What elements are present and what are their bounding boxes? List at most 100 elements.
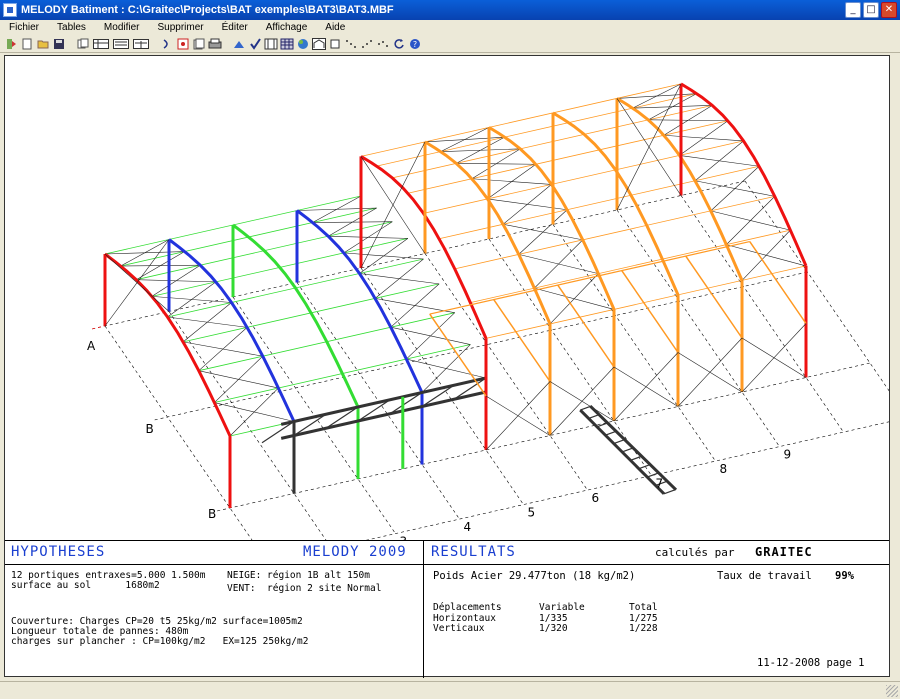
roof-bracing	[182, 302, 232, 343]
copy-icon[interactable]	[76, 37, 90, 51]
roof-bracing	[710, 166, 760, 212]
menu-bar: Fichier Tables Modifier Supprimer Éditer…	[0, 20, 900, 35]
menu-tables[interactable]: Tables	[48, 22, 95, 33]
axis-label-b: B	[146, 422, 154, 436]
roof-icon[interactable]	[312, 37, 326, 51]
truss-web	[261, 421, 295, 444]
roof-bracing	[343, 221, 393, 254]
grid-line-transverse	[424, 253, 588, 491]
roof-bracing	[198, 327, 248, 371]
taux-label: Taux de travail	[717, 570, 812, 582]
list2-icon[interactable]	[132, 37, 150, 51]
save-icon[interactable]	[52, 37, 66, 51]
floor-beam	[749, 241, 807, 324]
variable-header: Variable	[539, 602, 585, 613]
date-page: 11-12-2008 page 1	[757, 657, 865, 669]
roof-bracing	[518, 209, 568, 255]
window-title: MELODY Batiment : C:\Graitec\Projects\BA…	[21, 4, 394, 16]
globe-icon[interactable]	[296, 37, 310, 51]
verticaux-label: Verticaux	[433, 623, 485, 634]
axis-label-6: 6	[592, 491, 600, 505]
dots3-icon[interactable]	[376, 37, 390, 51]
dots2-icon[interactable]	[360, 37, 374, 51]
building-3d-drawing[interactable]: ABBC123456789	[5, 56, 889, 540]
roof-bracing	[406, 312, 455, 360]
square-icon[interactable]	[328, 37, 342, 51]
purlin	[485, 265, 807, 339]
open-icon[interactable]	[4, 37, 18, 51]
grid-line-transverse	[616, 209, 780, 447]
grid-line-longitudinal	[154, 271, 808, 421]
graitec-logo: GRAITEC	[755, 545, 813, 559]
page-icon[interactable]	[192, 37, 206, 51]
stair-tread	[613, 439, 625, 445]
dots-icon[interactable]	[344, 37, 358, 51]
close-button[interactable]: ✕	[881, 2, 897, 18]
purlin	[439, 165, 760, 240]
roof-bracing	[632, 83, 682, 109]
deplacements-header: Déplacements	[433, 602, 502, 613]
table-icon[interactable]	[92, 37, 110, 51]
stair-tread	[580, 405, 592, 411]
frame-icon[interactable]	[264, 37, 278, 51]
axis-labels: ABBC123456789	[87, 339, 791, 540]
drawing-viewport[interactable]: ABBC123456789 HYPOTHESES MELODY 2009 RES…	[4, 55, 890, 678]
list-icon[interactable]	[112, 37, 130, 51]
wall-bracing	[741, 337, 807, 378]
roof-bracing	[456, 136, 505, 164]
floor-beam	[685, 255, 743, 339]
maximize-button[interactable]: □	[863, 2, 879, 18]
roof-bracing	[502, 184, 552, 225]
hypotheses-title: HYPOTHESES	[11, 544, 106, 560]
resize-grip-icon[interactable]	[886, 685, 898, 697]
wall-bracing	[549, 381, 615, 422]
axis-label-5: 5	[528, 506, 536, 520]
floor-beam	[493, 299, 551, 382]
stair-tread	[638, 464, 651, 470]
roof-bracing	[151, 264, 201, 297]
minimize-button[interactable]: _	[845, 2, 861, 18]
edge-truss	[280, 376, 487, 426]
wall-bracing	[485, 395, 551, 436]
load-icon[interactable]	[232, 37, 246, 51]
folder-icon[interactable]	[36, 37, 50, 51]
grid-line-transverse	[552, 224, 716, 462]
roof-bracing	[421, 344, 471, 393]
report-divider	[423, 540, 424, 678]
print-icon[interactable]	[208, 37, 222, 51]
grid-line-transverse	[680, 195, 844, 433]
axis-label-7: 7	[656, 477, 664, 491]
menu-aide[interactable]: Aide	[316, 22, 354, 33]
roof-bracing	[741, 229, 791, 281]
help-icon[interactable]: ?	[408, 37, 422, 51]
menu-editer[interactable]: Éditer	[213, 22, 257, 33]
menu-fichier[interactable]: Fichier	[0, 22, 48, 33]
grid-line-transverse	[296, 282, 460, 520]
resultats-title: RESULTATS	[431, 544, 516, 560]
report-header-band: HYPOTHESES MELODY 2009 RESULTATS calculé…	[5, 540, 889, 565]
check-icon[interactable]	[248, 37, 262, 51]
surface-line: surface au sol 1680m2	[11, 580, 160, 591]
roof-bracing	[120, 239, 170, 267]
plancher-line: charges sur plancher : CP=100kg/m2 EX=12…	[11, 636, 309, 647]
toolbar: ?	[0, 35, 900, 53]
rotate-icon[interactable]	[392, 37, 406, 51]
undo-icon[interactable]	[160, 37, 174, 51]
menu-affichage[interactable]: Affichage	[257, 22, 317, 33]
calculated-by-label: calculés par	[655, 546, 735, 559]
purlin	[454, 195, 775, 270]
new-icon[interactable]	[20, 37, 34, 51]
purlin	[360, 83, 682, 157]
status-bar	[0, 681, 900, 699]
verticaux-total: 1/228	[629, 623, 658, 634]
vent-line: VENT: région 2 site Normal	[227, 583, 382, 594]
grid-line-transverse	[360, 267, 524, 505]
menu-modifier[interactable]: Modifier	[95, 22, 149, 33]
roof-bracing	[214, 355, 263, 403]
grid-icon[interactable]	[176, 37, 190, 51]
stair-tread	[621, 447, 634, 453]
stair-tread	[588, 413, 600, 420]
mesh-icon[interactable]	[280, 37, 294, 51]
menu-supprimer[interactable]: Supprimer	[149, 22, 213, 33]
neige-line: NEIGE: région 1B alt 150m	[227, 570, 370, 581]
